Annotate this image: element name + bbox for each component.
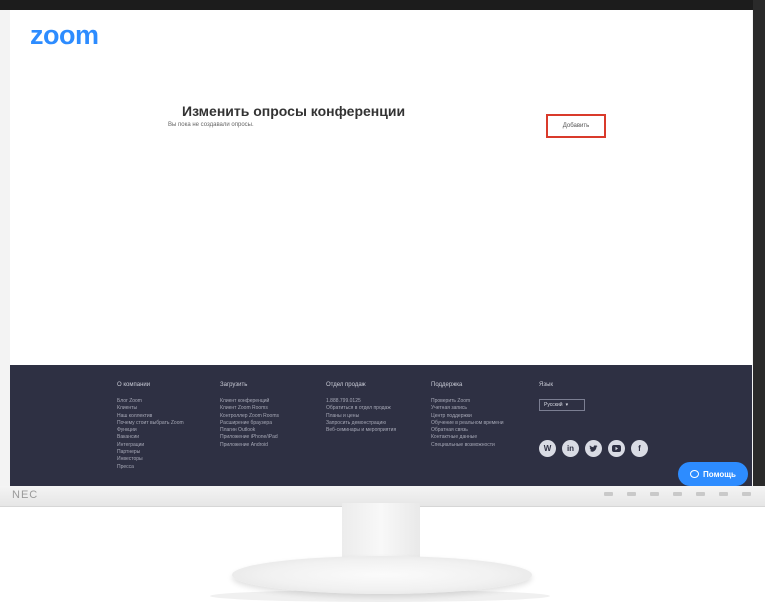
add-poll-button[interactable]: Добавить bbox=[546, 114, 606, 138]
twitter-glyph bbox=[589, 444, 598, 452]
footer-column-download: Загрузить Клиент конференций Клиент Zoom… bbox=[220, 382, 279, 449]
monitor-button[interactable] bbox=[604, 492, 613, 496]
footer-link[interactable]: Специальные возможности bbox=[431, 442, 504, 449]
footer-link[interactable]: Клиент Zoom Rooms bbox=[220, 405, 279, 412]
monitor-control-buttons bbox=[604, 492, 751, 496]
footer-link[interactable]: Клиенты bbox=[117, 405, 184, 412]
footer-link[interactable]: Веб-семинары и мероприятия bbox=[326, 427, 396, 434]
footer-link[interactable]: Вакансии bbox=[117, 434, 184, 441]
monitor-stand-neck bbox=[342, 503, 420, 561]
footer-link[interactable]: Контроллер Zoom Rooms bbox=[220, 413, 279, 420]
social-links: W in f bbox=[539, 440, 648, 457]
footer-link[interactable]: Планы и цены bbox=[326, 413, 396, 420]
footer-link[interactable]: Приложение iPhone/iPad bbox=[220, 434, 279, 441]
page-title: Изменить опросы конференции bbox=[182, 103, 406, 119]
footer-link[interactable]: Инвесторы bbox=[117, 456, 184, 463]
footer-link[interactable]: Приложение Android bbox=[220, 442, 279, 449]
language-label: Язык bbox=[539, 382, 554, 388]
monitor-button[interactable] bbox=[696, 492, 705, 496]
footer-link[interactable]: Запросить демонстрацию bbox=[326, 420, 396, 427]
site-footer: О компании Блог Zoom Клиенты Наш коллект… bbox=[10, 365, 752, 486]
monitor-button[interactable] bbox=[650, 492, 659, 496]
monitor-bezel: zoom Изменить опросы конференции Вы пока… bbox=[0, 0, 765, 507]
footer-link[interactable]: Обучение в реальном времени bbox=[431, 420, 504, 427]
footer-link[interactable]: Центр поддержки bbox=[431, 413, 504, 420]
bezel-top-edge bbox=[0, 0, 765, 10]
chat-bubble-icon bbox=[690, 470, 700, 478]
footer-link[interactable]: Интеграции bbox=[117, 442, 184, 449]
footer-column-title: Загрузить bbox=[220, 382, 248, 388]
chevron-down-icon: ▾ bbox=[565, 402, 569, 408]
footer-link[interactable]: Расширение браузера bbox=[220, 420, 279, 427]
footer-column-title: Поддержка bbox=[431, 382, 463, 388]
footer-column-title: Отдел продаж bbox=[326, 382, 366, 388]
footer-link[interactable]: Пресса bbox=[117, 464, 184, 471]
footer-link[interactable]: Функции bbox=[117, 427, 184, 434]
footer-link[interactable]: Наш коллектив bbox=[117, 413, 184, 420]
footer-link[interactable]: Обратиться в отдел продаж bbox=[326, 405, 396, 412]
footer-link[interactable]: Обратная связь bbox=[431, 427, 504, 434]
help-button-label: Помощь bbox=[703, 469, 736, 479]
footer-link[interactable]: Клиент конференций bbox=[220, 398, 279, 405]
facebook-icon[interactable]: f bbox=[631, 440, 648, 457]
youtube-glyph bbox=[612, 445, 621, 452]
twitter-icon[interactable] bbox=[585, 440, 602, 457]
language-select[interactable]: Русский ▾ bbox=[539, 399, 585, 411]
monitor-stand-base bbox=[232, 556, 532, 594]
footer-column-support: Поддержка Проверить Zoom Учетная запись … bbox=[431, 382, 504, 449]
screen: zoom Изменить опросы конференции Вы пока… bbox=[10, 10, 752, 486]
linkedin-icon[interactable]: in bbox=[562, 440, 579, 457]
monitor-button[interactable] bbox=[673, 492, 682, 496]
zoom-logo[interactable]: zoom bbox=[30, 20, 99, 51]
footer-link[interactable]: Проверить Zoom bbox=[431, 398, 504, 405]
bezel-right-edge bbox=[753, 0, 765, 498]
footer-link[interactable]: Учетная запись bbox=[431, 405, 504, 412]
footer-link[interactable]: Почему стоит выбрать Zoom bbox=[117, 420, 184, 427]
monitor-button[interactable] bbox=[719, 492, 728, 496]
monitor-button[interactable] bbox=[627, 492, 636, 496]
language-selected-value: Русский bbox=[544, 402, 563, 408]
monitor-button[interactable] bbox=[742, 492, 751, 496]
youtube-icon[interactable] bbox=[608, 440, 625, 457]
wordpress-icon[interactable]: W bbox=[539, 440, 556, 457]
empty-polls-message: Вы пока не создавали опросы. bbox=[168, 122, 254, 128]
footer-link[interactable]: Контактные данные bbox=[431, 434, 504, 441]
footer-link[interactable]: 1.888.799.0125 bbox=[326, 398, 396, 405]
monitor-brand-logo: NEC bbox=[12, 489, 39, 501]
footer-column-title: О компании bbox=[117, 382, 151, 388]
footer-column-sales: Отдел продаж 1.888.799.0125 Обратиться в… bbox=[326, 382, 396, 434]
footer-link[interactable]: Партнеры bbox=[117, 449, 184, 456]
footer-column-about: О компании Блог Zoom Клиенты Наш коллект… bbox=[117, 382, 184, 471]
help-button[interactable]: Помощь bbox=[678, 462, 748, 486]
footer-link[interactable]: Блог Zoom bbox=[117, 398, 184, 405]
footer-link[interactable]: Плагин Outlook bbox=[220, 427, 279, 434]
